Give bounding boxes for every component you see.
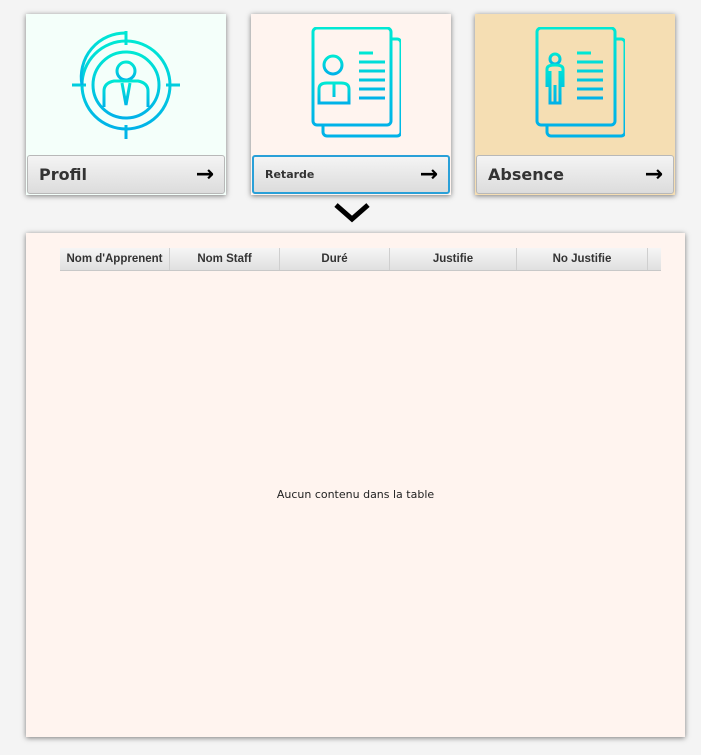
male-document-icon	[475, 14, 675, 155]
profil-label: Profil	[39, 165, 87, 184]
profile-target-icon	[26, 14, 226, 155]
retarde-label: Retarde	[265, 168, 315, 181]
absence-card: Absence →	[475, 14, 675, 195]
profil-card: Profil →	[26, 14, 226, 195]
table-header: Nom d'Apprenent Nom Staff Duré Justifie …	[60, 248, 661, 271]
column-header[interactable]: Nom Staff	[170, 248, 280, 270]
retarde-card: Retarde →	[251, 14, 451, 195]
empty-table-message: Aucun contenu dans la table	[276, 488, 435, 501]
profil-button[interactable]: Profil →	[27, 155, 225, 194]
absence-button[interactable]: Absence →	[476, 155, 674, 194]
arrow-right-icon: →	[195, 162, 214, 187]
chevron-down-icon	[334, 203, 370, 223]
female-document-icon	[251, 14, 451, 155]
arrow-right-icon: →	[644, 162, 663, 187]
retard-table: Nom d'Apprenent Nom Staff Duré Justifie …	[26, 233, 685, 737]
absence-label: Absence	[488, 165, 564, 184]
column-header[interactable]: Justifie	[390, 248, 517, 270]
column-header[interactable]: Duré	[280, 248, 390, 270]
arrow-right-icon: →	[419, 162, 438, 187]
retarde-button[interactable]: Retarde →	[252, 155, 450, 194]
column-header[interactable]: No Justifie	[517, 248, 648, 270]
column-header[interactable]: Nom d'Apprenent	[60, 248, 170, 270]
column-filler	[648, 248, 661, 270]
